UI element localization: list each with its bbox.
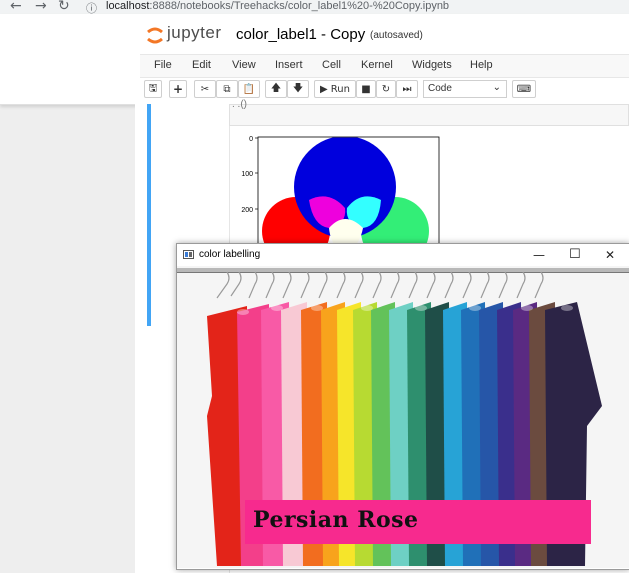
save-status: (autosaved) <box>370 30 423 41</box>
add-cell-icon[interactable]: + <box>169 80 187 98</box>
jupyter-logo-text: jupyter <box>167 23 222 42</box>
maximize-icon[interactable]: ☐ <box>569 247 581 262</box>
y-tick-label: 100 <box>241 171 253 178</box>
color-labelling-window[interactable]: color labelling — ☐ ✕ Persian Rose <box>176 243 629 570</box>
menu-view[interactable]: View <box>232 59 256 71</box>
run-icon: ▶ <box>320 83 328 95</box>
run-button-label: Run <box>330 83 350 95</box>
shirts-photo[interactable]: Persian Rose <box>177 266 629 568</box>
menu-bar: File Edit View Insert Cell Kernel Widget… <box>140 54 629 78</box>
y-tick-label: 200 <box>241 207 253 214</box>
move-down-icon[interactable]: 🡇 <box>287 80 309 98</box>
run-button[interactable]: ▶ Run <box>314 80 356 98</box>
menu-cell[interactable]: Cell <box>322 59 341 71</box>
copy-icon[interactable]: ⧉ <box>216 80 238 98</box>
chevron-down-icon: ⌄ <box>492 82 501 93</box>
close-icon[interactable]: ✕ <box>605 248 615 262</box>
code-cell-text-fragment: . .() <box>232 99 247 110</box>
color-name-label: Persian Rose <box>245 500 591 544</box>
reload-icon[interactable]: ↻ <box>58 0 70 14</box>
code-cell-input[interactable]: . .() <box>229 99 629 126</box>
y-tick-label: 0 <box>249 136 253 143</box>
paste-icon[interactable]: 📋 <box>238 80 260 98</box>
jupyter-header: jupyter color_label1 - Copy (autosaved) … <box>0 14 629 105</box>
url-field[interactable]: localhost:8888/notebooks/Treehacks/color… <box>106 0 449 12</box>
back-arrow-icon[interactable]: ← <box>10 0 22 14</box>
color-name-text: Persian Rose <box>253 507 419 533</box>
window-title-bar[interactable]: color labelling — ☐ ✕ <box>177 244 629 266</box>
menu-help[interactable]: Help <box>470 59 493 71</box>
window-title: color labelling <box>199 249 261 260</box>
notebook-toolbar: 🖫 + ✂ ⧉ 📋 🡅 🡇 ▶ Run ■ ↻ ⏭ Code ⌄ ⌨ <box>140 78 629 102</box>
stop-icon[interactable]: ■ <box>356 80 376 98</box>
minimize-icon[interactable]: — <box>533 248 545 262</box>
browser-address-bar: ← → ↻ ⓘ localhost:8888/notebooks/Treehac… <box>0 0 629 15</box>
menu-insert[interactable]: Insert <box>275 59 303 71</box>
restart-icon[interactable]: ↻ <box>376 80 396 98</box>
fast-forward-icon[interactable]: ⏭ <box>396 80 418 98</box>
menu-widgets[interactable]: Widgets <box>412 59 452 71</box>
menu-file[interactable]: File <box>154 59 172 71</box>
jupyter-logo[interactable]: jupyter <box>145 23 235 45</box>
forward-arrow-icon[interactable]: → <box>35 0 47 14</box>
menu-kernel[interactable]: Kernel <box>361 59 393 71</box>
cut-icon[interactable]: ✂ <box>194 80 216 98</box>
notebook-name[interactable]: color_label1 - Copy <box>236 26 365 43</box>
menu-edit[interactable]: Edit <box>192 59 211 71</box>
window-app-icon <box>183 250 194 259</box>
save-icon[interactable]: 🖫 <box>144 80 162 98</box>
keyboard-icon[interactable]: ⌨ <box>512 80 536 98</box>
plot-output-image: 0 100 200 <box>241 136 440 248</box>
jupyter-logo-icon <box>147 27 163 44</box>
move-up-icon[interactable]: 🡅 <box>265 80 287 98</box>
cell-type-select[interactable]: Code ⌄ <box>423 80 507 98</box>
cell-type-value: Code <box>428 83 452 94</box>
selected-cell-indicator <box>147 104 151 326</box>
